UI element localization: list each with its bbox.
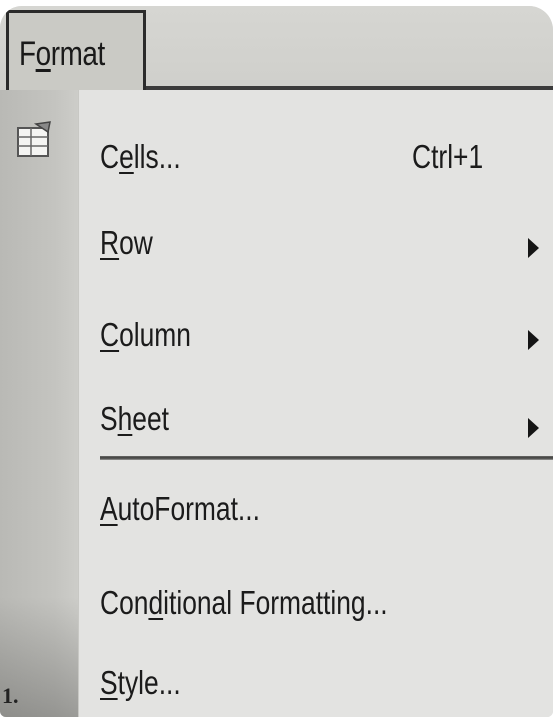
menu-item-conditional-formatting-label: Conditional Formatting... [100,584,388,621]
format-menu-tab[interactable]: Format [6,10,146,90]
menu-item-row[interactable]: Row [100,216,553,276]
menu-item-sheet-label: Sheet [100,400,169,437]
menu-item-row-label: Row [100,224,153,261]
page-number: 1. [2,683,19,708]
menu-item-sheet[interactable]: Sheet [100,392,553,452]
menu-bar: Format [0,6,553,92]
menu-icon-strip [0,90,79,717]
menu-separator [100,456,553,460]
menu-item-style[interactable]: Style... [100,656,553,716]
menu-item-cells-label: Cells... [100,138,181,175]
submenu-arrow-icon [528,418,539,438]
screenshot-photo: Format Cells... Ctrl+1 Row Column Sheet … [0,0,555,719]
format-menu-label: Format [19,35,105,73]
menu-item-column[interactable]: Column [100,308,553,368]
menu-item-column-label: Column [100,316,191,353]
excel-format-menu-window: Format Cells... Ctrl+1 Row Column Sheet … [0,6,553,717]
menu-item-autoformat-label: AutoFormat... [100,490,260,527]
menu-item-conditional-formatting[interactable]: Conditional Formatting... [100,576,553,636]
submenu-arrow-icon [528,330,539,350]
format-cells-icon [17,121,51,157]
menu-item-style-label: Style... [100,664,181,701]
cells-shortcut: Ctrl+1 [412,138,484,175]
menu-item-autoformat[interactable]: AutoFormat... [100,482,553,542]
format-dropdown-menu: Cells... Ctrl+1 Row Column Sheet AutoFor… [0,90,553,717]
menu-item-cells[interactable]: Cells... Ctrl+1 [100,130,553,190]
submenu-arrow-icon [528,238,539,258]
